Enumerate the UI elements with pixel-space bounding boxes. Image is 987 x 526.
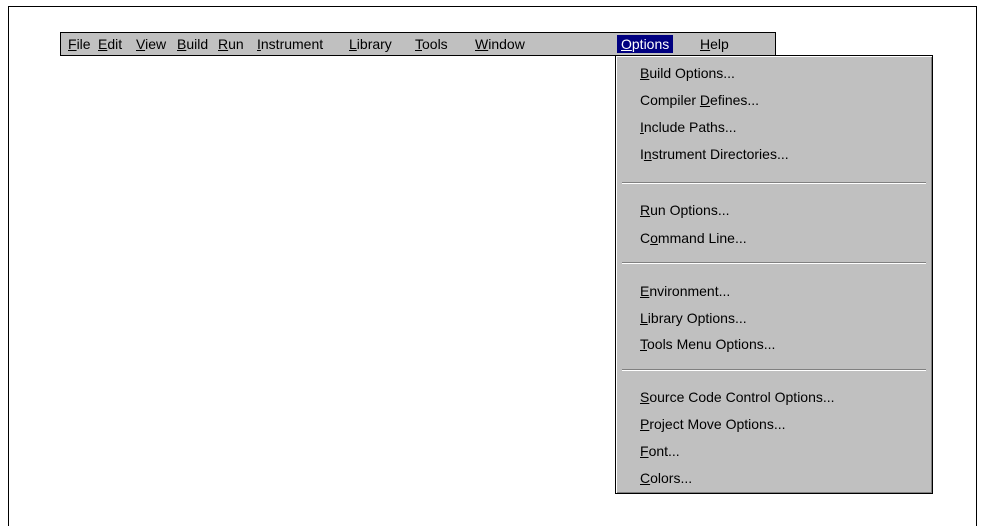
options-dropdown-menu: Build Options... Compiler Defines... Inc…	[615, 55, 933, 494]
menu-separator	[622, 369, 926, 371]
menu-item-environment[interactable]: Environment...	[640, 281, 730, 301]
menu-separator	[622, 182, 926, 184]
menu-item-instrument-directories[interactable]: Instrument Directories...	[640, 144, 789, 164]
menu-item-command-line[interactable]: Command Line...	[640, 228, 747, 248]
menu-window[interactable]: Window	[474, 35, 526, 53]
menu-item-include-paths[interactable]: Include Paths...	[640, 117, 737, 137]
menu-help[interactable]: Help	[699, 35, 730, 53]
menu-item-compiler-defines[interactable]: Compiler Defines...	[640, 90, 759, 110]
menu-edit[interactable]: Edit	[97, 35, 123, 53]
menu-item-colors[interactable]: Colors...	[640, 468, 692, 488]
menu-instrument[interactable]: Instrument	[256, 35, 324, 53]
menu-item-build-options[interactable]: Build Options...	[640, 63, 735, 83]
menu-run[interactable]: Run	[217, 35, 245, 53]
menu-tools[interactable]: Tools	[414, 35, 449, 53]
menu-separator	[622, 262, 926, 264]
menu-item-library-options[interactable]: Library Options...	[640, 308, 747, 328]
menu-item-project-move-options[interactable]: Project Move Options...	[640, 414, 786, 434]
menu-library[interactable]: Library	[348, 35, 393, 53]
menu-item-font[interactable]: Font...	[640, 441, 680, 461]
menu-view[interactable]: View	[135, 35, 167, 53]
menu-item-tools-menu-options[interactable]: Tools Menu Options...	[640, 334, 775, 354]
menu-bar: File Edit View Build Run Instrument Libr…	[60, 32, 776, 56]
menu-build[interactable]: Build	[176, 35, 209, 53]
menu-file[interactable]: File	[67, 35, 92, 53]
menu-options[interactable]: Options	[617, 35, 674, 53]
menu-item-source-code-control-options[interactable]: Source Code Control Options...	[640, 387, 835, 407]
menu-item-run-options[interactable]: Run Options...	[640, 200, 730, 220]
